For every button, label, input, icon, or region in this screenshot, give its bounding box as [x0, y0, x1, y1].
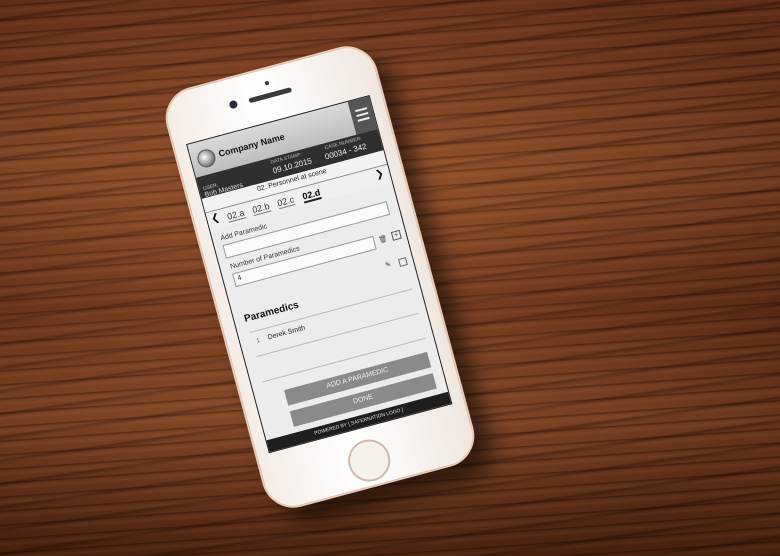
select-all-checkbox[interactable] [398, 257, 408, 267]
phone-body: Company Name DATA STAMP: 09.10.2015 CASE… [158, 39, 482, 515]
add-icon[interactable]: + [390, 229, 402, 241]
tab-02c[interactable]: 02.c [276, 194, 296, 210]
list-item-index: 1 [255, 337, 261, 345]
tab-02b[interactable]: 02.b [251, 200, 271, 217]
company-logo-icon [195, 147, 218, 170]
delete-icon[interactable]: 🗑 [378, 234, 388, 244]
hamburger-menu-button[interactable] [347, 96, 378, 135]
company-name: Company Name [217, 131, 286, 159]
app-screen: Company Name DATA STAMP: 09.10.2015 CASE… [186, 94, 453, 454]
earpiece-speaker [248, 87, 293, 104]
hamburger-icon [357, 116, 370, 122]
tab-02a[interactable]: 02.a [226, 207, 246, 223]
edit-pencil-icon[interactable]: ✎ [384, 260, 392, 269]
phone-mockup: Company Name DATA STAMP: 09.10.2015 CASE… [115, 39, 482, 515]
list-item-name[interactable]: Derek Smith [267, 325, 306, 342]
prev-arrow-icon[interactable]: ❮ [210, 212, 221, 225]
tab-02d[interactable]: 02.d [301, 187, 322, 204]
home-button[interactable] [343, 434, 395, 487]
proximity-sensor [264, 80, 270, 86]
next-arrow-icon[interactable]: ❯ [374, 168, 385, 181]
front-camera [228, 99, 239, 110]
